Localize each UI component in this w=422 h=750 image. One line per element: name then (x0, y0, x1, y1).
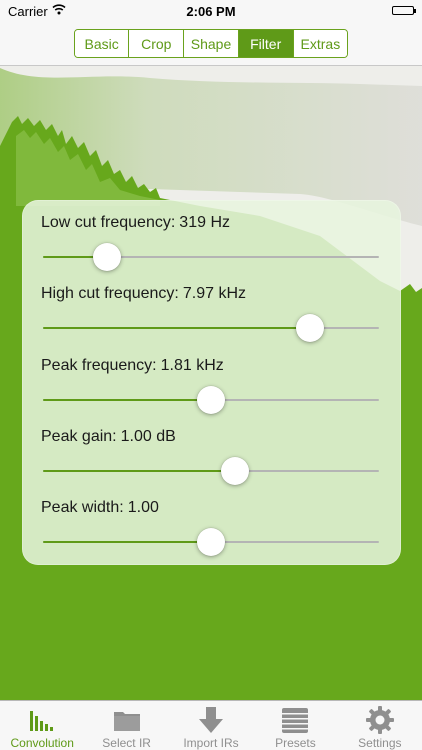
table-list-icon (282, 708, 309, 733)
peak-frequency-slider[interactable] (43, 385, 379, 415)
tab-settings[interactable]: Settings (338, 701, 422, 750)
gear-icon (365, 706, 394, 734)
high-cut-slider[interactable] (43, 313, 379, 343)
high-cut-setting: High cut frequency: 7.97 kHz (22, 271, 401, 343)
peak-gain-slider-thumb[interactable] (220, 457, 249, 485)
low-cut-setting: Low cut frequency: 319 Hz (22, 200, 401, 272)
low-cut-label: Low cut frequency: 319 Hz (41, 214, 230, 231)
peak-width-slider-thumb[interactable] (197, 528, 225, 556)
peak-width-setting: Peak width: 1.00 (22, 485, 401, 557)
tab-bar: Convolution Select IR Import IRs Presets (0, 700, 422, 750)
nav-bar: Basic Crop Shape Filter Extras (0, 22, 422, 66)
segment-crop[interactable]: Crop (129, 30, 185, 57)
peak-gain-value: 1.00 dB (120, 428, 176, 445)
peak-width-value: 1.00 (127, 499, 159, 516)
peak-width-label: Peak width: 1.00 (41, 499, 159, 516)
tab-presets[interactable]: Presets (253, 701, 337, 750)
segment-filter[interactable]: Filter (238, 30, 294, 57)
folder-icon (113, 712, 140, 731)
status-time: 2:06 PM (186, 4, 236, 19)
section-segmented-control: Basic Crop Shape Filter Extras (74, 29, 348, 58)
tab-select-ir[interactable]: Select IR (84, 701, 168, 750)
tab-settings-label: Settings (358, 736, 402, 750)
low-cut-slider-thumb[interactable] (92, 243, 121, 271)
peak-frequency-label: Peak frequency: 1.81 kHz (41, 357, 224, 374)
segment-shape[interactable]: Shape (184, 30, 239, 57)
peak-gain-slider[interactable] (43, 456, 379, 486)
segment-basic[interactable]: Basic (75, 30, 130, 57)
download-arrow-icon (199, 707, 224, 733)
peak-gain-setting: Peak gain: 1.00 dB (22, 414, 401, 486)
high-cut-value: 7.97 kHz (182, 285, 246, 302)
segment-extras[interactable]: Extras (293, 30, 347, 57)
tab-import-irs[interactable]: Import IRs (169, 701, 253, 750)
peak-frequency-value: 1.81 kHz (160, 357, 224, 374)
status-bar: Carrier 2:06 PM (0, 0, 422, 22)
high-cut-slider-thumb[interactable] (296, 314, 325, 342)
tab-select-ir-label: Select IR (102, 736, 151, 750)
tab-presets-label: Presets (275, 736, 316, 750)
peak-width-slider[interactable] (43, 527, 379, 557)
peak-gain-label: Peak gain: 1.00 dB (41, 428, 176, 445)
low-cut-slider[interactable] (43, 242, 379, 272)
low-cut-value: 319 Hz (179, 214, 230, 231)
bar-chart-icon (30, 711, 54, 731)
battery-icon (392, 6, 416, 15)
tab-convolution[interactable]: Convolution (0, 701, 84, 750)
tab-import-irs-label: Import IRs (183, 736, 239, 750)
peak-frequency-setting: Peak frequency: 1.81 kHz (22, 343, 401, 415)
filter-settings-panel: Low cut frequency: 319 Hz High cut freque… (22, 200, 401, 565)
peak-frequency-slider-thumb[interactable] (197, 386, 225, 414)
high-cut-label: High cut frequency: 7.97 kHz (41, 285, 246, 302)
tab-convolution-label: Convolution (10, 736, 74, 750)
